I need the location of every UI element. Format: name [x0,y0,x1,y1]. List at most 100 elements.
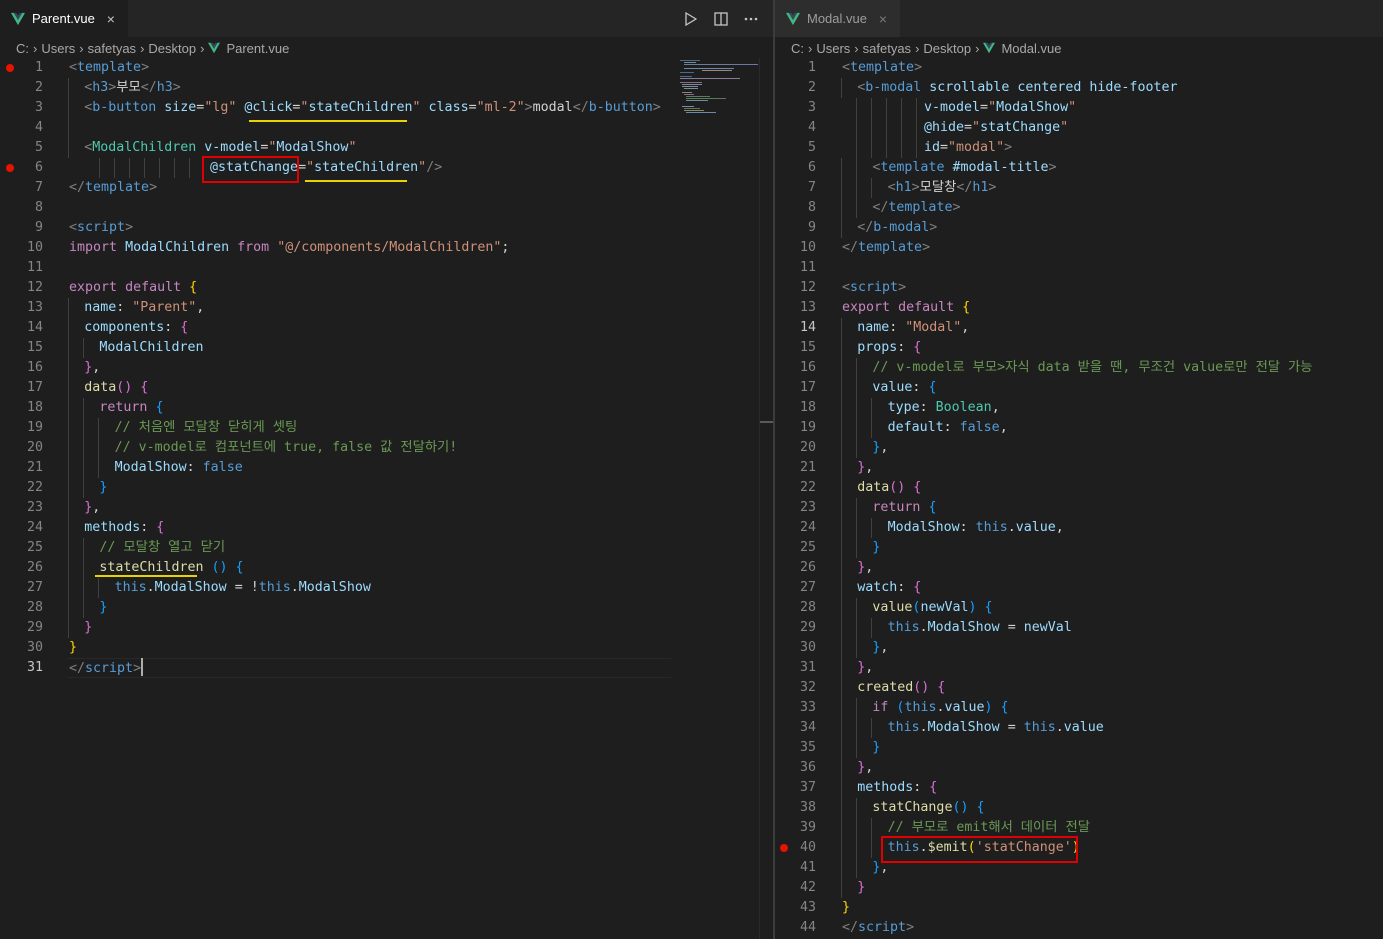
code-line[interactable]: 29 this.ModalShow = newVal [775,618,1383,638]
code-line[interactable]: 31}, [775,658,1383,678]
code-line[interactable]: 13 name: "Parent", [0,298,773,318]
code-line[interactable]: 1 <template> [775,58,1383,78]
code-line[interactable]: 17 value: { [775,378,1383,398]
code-line[interactable]: 27 this.ModalShow = !this.ModalShow [0,578,773,598]
code-line[interactable]: 19 default: false, [775,418,1383,438]
code-line[interactable]: 2 <b-modal scrollable centered hide-foote… [775,78,1383,98]
breadcrumb-item[interactable]: Users [41,41,75,56]
code-line[interactable]: 2 <h3>부모</h3> [0,78,773,98]
indent-guide [68,358,69,378]
code-line[interactable]: 8 </template> [775,198,1383,218]
code-line[interactable]: 38 statChange() { [775,798,1383,818]
breadcrumb-item[interactable]: safetyas [88,41,136,56]
code-line[interactable]: 33 if (this.value) { [775,698,1383,718]
code-line[interactable]: 25} [775,538,1383,558]
code-editor-parent[interactable]: 1 <template> 2 <h3>부모</h3> 3 <b-button size="… [0,58,773,939]
vertical-scrollbar[interactable] [759,58,773,939]
code-line[interactable]: 22 data() { [775,478,1383,498]
code-line[interactable]: 26 stateChildren () { [0,558,773,578]
code-line[interactable]: 29} [0,618,773,638]
code-line[interactable]: 40 this.$emit('statChange') [775,838,1383,858]
breadcrumb-item[interactable]: Parent.vue [226,41,289,56]
code-line[interactable]: 36}, [775,758,1383,778]
breadcrumb-item[interactable]: safetyas [863,41,911,56]
code-line[interactable]: 16}, [0,358,773,378]
code-line[interactable]: 12 export default { [0,278,773,298]
code-line[interactable]: 35} [775,738,1383,758]
code-line[interactable]: 28} [0,598,773,618]
code-line[interactable]: 23}, [0,498,773,518]
code-line[interactable]: 11 [775,258,1383,278]
code-line[interactable]: 10 </template> [775,238,1383,258]
code-line[interactable]: 20}, [775,438,1383,458]
tab-modal-vue[interactable]: Modal.vue × [775,0,900,37]
code-line[interactable]: 39 // 부모로 emit해서 데이터 전달 [775,818,1383,838]
split-editor-icon[interactable] [713,11,729,27]
code-line[interactable]: 8 [0,198,773,218]
minimap[interactable] [678,58,760,118]
code-line[interactable]: 5 id="modal"> [775,138,1383,158]
code-line[interactable]: 7 </template> [0,178,773,198]
breadcrumb-item[interactable]: C: [16,41,29,56]
breadcrumb-item[interactable]: Modal.vue [1001,41,1061,56]
code-line[interactable]: 16 // v-model로 부모>자식 data 받을 땐, 무조건 value… [775,358,1383,378]
run-icon[interactable] [683,11,699,27]
code-line[interactable]: 17 data() { [0,378,773,398]
code-line[interactable]: 44 </script> [775,918,1383,938]
code-line[interactable]: 18 type: Boolean, [775,398,1383,418]
code-line[interactable]: 14 components: { [0,318,773,338]
code-line[interactable]: 34 this.ModalShow = this.value [775,718,1383,738]
code-line[interactable]: 14 name: "Modal", [775,318,1383,338]
code-line[interactable]: 18 return { [0,398,773,418]
more-actions-icon[interactable] [743,11,759,27]
code-line[interactable]: 26}, [775,558,1383,578]
code-line[interactable]: 7 <h1>모달창</h1> [775,178,1383,198]
code-line[interactable]: 4 @hide="statChange" [775,118,1383,138]
code-line[interactable]: 41}, [775,858,1383,878]
code-line[interactable]: 15 ModalChildren [0,338,773,358]
code-line[interactable]: 24 ModalShow: this.value, [775,518,1383,538]
code-line[interactable]: 37 methods: { [775,778,1383,798]
breadcrumb-item[interactable]: Desktop [923,41,971,56]
code-line[interactable]: 42} [775,878,1383,898]
code-line[interactable]: 32 created() { [775,678,1383,698]
code-line[interactable]: 20 // v-model로 컴포넌트에 true, false 값 전달하기! [0,438,773,458]
code-line[interactable]: 5 <ModalChildren v-model="ModalShow" [0,138,773,158]
code-line[interactable]: 30}, [775,638,1383,658]
indent-guide [83,438,85,458]
code-line[interactable]: 15 props: { [775,338,1383,358]
code-line[interactable]: 3 v-model="ModalShow" [775,98,1383,118]
code-line[interactable]: 24 methods: { [0,518,773,538]
tab-parent-vue[interactable]: Parent.vue × [0,0,128,37]
breadcrumb-item[interactable]: Desktop [148,41,196,56]
code-line[interactable]: 13 export default { [775,298,1383,318]
breadcrumb-item[interactable]: C: [791,41,804,56]
code-line[interactable]: 30} [0,638,773,658]
code-line[interactable]: 9 </b-modal> [775,218,1383,238]
code-line[interactable]: 23 return { [775,498,1383,518]
code-line[interactable]: 1 <template> [0,58,773,78]
code-line[interactable]: 3 <b-button size="lg" @click="stateChildr… [0,98,773,118]
code-line[interactable]: 28 value(newVal) { [775,598,1383,618]
code-line[interactable]: 10 import ModalChildren from "@/component… [0,238,773,258]
code-line[interactable]: 21 ModalShow: false [0,458,773,478]
code-line[interactable]: 31 </script> [0,658,773,678]
code-line[interactable]: 4 [0,118,773,138]
close-icon[interactable]: × [104,11,118,27]
code-line[interactable]: 21}, [775,458,1383,478]
breadcrumb-item[interactable]: Users [816,41,850,56]
code-line[interactable]: 25 // 모달창 열고 닫기 [0,538,773,558]
code-editor-modal[interactable]: 1 <template> 2 <b-modal scrollable centered… [775,58,1383,939]
code-line[interactable]: 6 @statChange="stateChildren"/> [0,158,773,178]
code-line[interactable]: 6 <template #modal-title> [775,158,1383,178]
code-line[interactable]: 11 [0,258,773,278]
close-icon[interactable]: × [876,11,890,27]
code-line[interactable]: 12 <script> [775,278,1383,298]
code-line[interactable]: 19 // 처음엔 모달창 닫히게 셋팅 [0,418,773,438]
line-number: 18 [799,400,816,415]
code-token: } [99,600,108,615]
code-line[interactable]: 27 watch: { [775,578,1383,598]
code-line[interactable]: 43} [775,898,1383,918]
code-line[interactable]: 9 <script> [0,218,773,238]
code-line[interactable]: 22} [0,478,773,498]
